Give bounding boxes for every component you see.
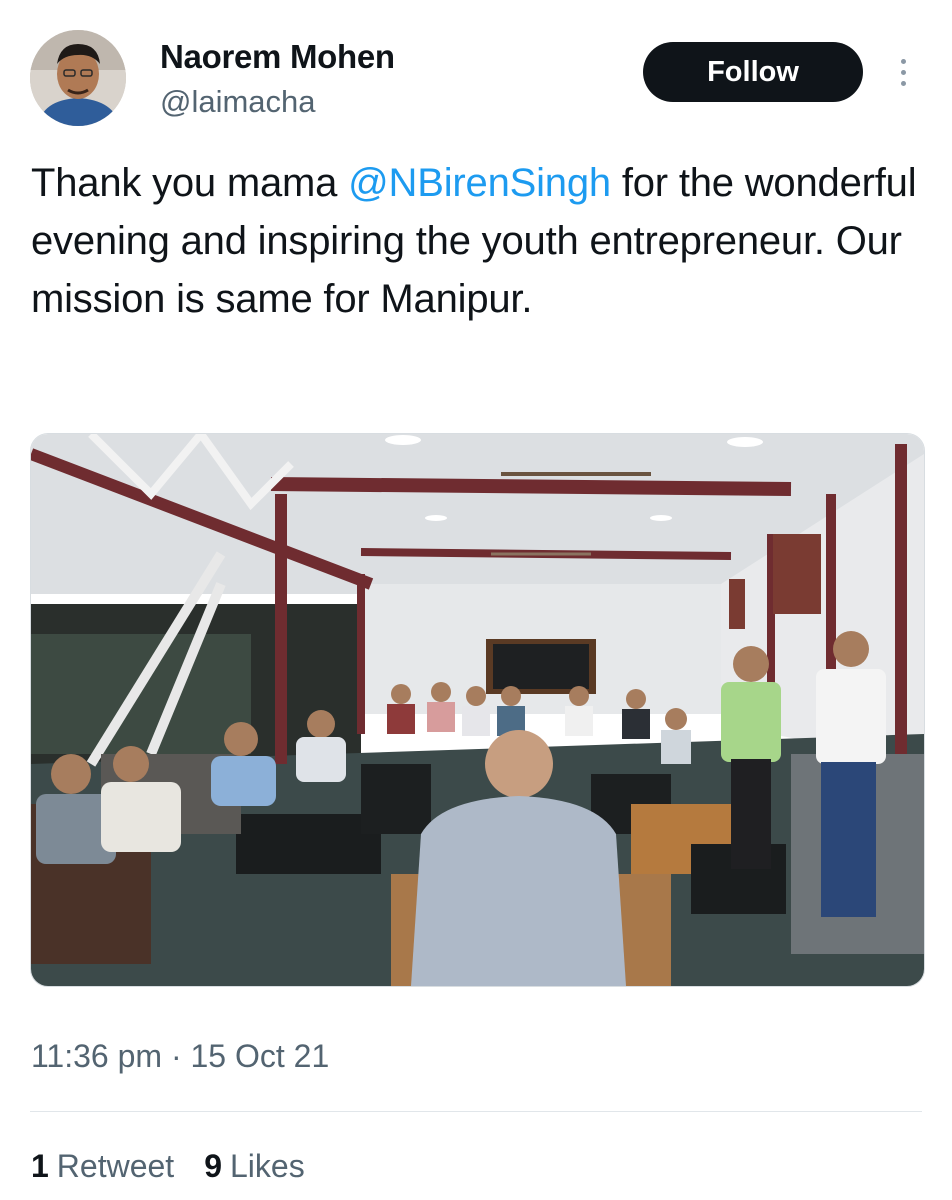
- tweet-timestamp[interactable]: 11:36 pm · 15 Oct 21: [31, 1038, 329, 1075]
- tweet-text: Thank you mama @NBirenSingh for the wond…: [31, 154, 931, 328]
- mention-link[interactable]: @NBirenSingh: [348, 161, 611, 205]
- likes-count: 9: [204, 1148, 222, 1184]
- tweet-media-photo[interactable]: [30, 433, 925, 987]
- retweets-count: 1: [31, 1148, 49, 1184]
- author-display-name[interactable]: Naorem Mohen: [160, 38, 395, 76]
- retweets-label: Retweet: [56, 1148, 175, 1184]
- engagement-stats: 1 Retweet 9 Likes: [31, 1148, 305, 1185]
- retweets-stat[interactable]: 1 Retweet: [31, 1148, 174, 1185]
- follow-button[interactable]: Follow: [643, 42, 863, 102]
- more-options-icon[interactable]: [888, 50, 918, 94]
- avatar-photo: [30, 30, 126, 126]
- author-handle[interactable]: @laimacha: [160, 84, 316, 120]
- likes-label: Likes: [229, 1148, 305, 1184]
- divider: [30, 1111, 922, 1112]
- avatar[interactable]: [30, 30, 126, 126]
- likes-stat[interactable]: 9 Likes: [204, 1148, 305, 1185]
- meeting-room-photo: [31, 434, 924, 986]
- tweet-text-before: Thank you mama: [31, 161, 349, 205]
